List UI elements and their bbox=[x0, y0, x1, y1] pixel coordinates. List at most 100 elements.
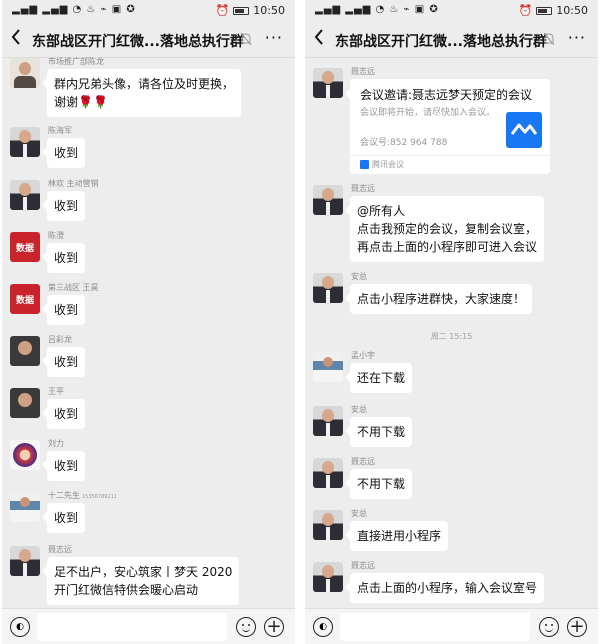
sender-name: 孟小宇 bbox=[351, 351, 375, 360]
message-text: 收到 bbox=[54, 511, 79, 525]
status-bar: ▂▄▆ ▂▄▆ ◔ ♨ ⌁ ▣ ✪ ⏰ 10:50 bbox=[305, 0, 598, 22]
avatar[interactable]: 数据 bbox=[10, 284, 40, 314]
avatar[interactable] bbox=[10, 440, 40, 470]
message-bubble[interactable]: 不用下载 bbox=[344, 417, 413, 447]
avatar[interactable] bbox=[313, 458, 343, 488]
status-right: ⏰ 10:50 bbox=[519, 4, 588, 17]
message-text: 收到 bbox=[54, 355, 79, 369]
voice-icon[interactable]: ◐ bbox=[10, 617, 30, 637]
avatar[interactable] bbox=[10, 388, 40, 418]
avatar[interactable] bbox=[313, 406, 343, 436]
chat-title: 东部战区开门红微...落地总执行群 bbox=[32, 34, 244, 50]
avatar[interactable] bbox=[10, 336, 40, 366]
card-source: 腾讯会议 bbox=[350, 155, 550, 173]
sender-name: 第三战区 王昊 bbox=[48, 283, 99, 292]
avatar[interactable] bbox=[10, 180, 40, 210]
avatar[interactable] bbox=[10, 492, 40, 522]
message-input[interactable] bbox=[340, 613, 530, 641]
sender-name: 安总 bbox=[351, 405, 367, 414]
meeting-title: 会议邀请:聂志远梦天预定的会议 bbox=[360, 88, 533, 102]
message-bubble[interactable]: @所有人 点击我预定的会议，复制会议室， 再点击上面的小程序即可进入会议 bbox=[344, 196, 545, 262]
alarm-icon: ⏰ bbox=[518, 4, 533, 17]
message-text: 还在下载 bbox=[357, 371, 406, 385]
message-text: 收到 bbox=[54, 303, 79, 317]
right-chat-screen: ▂▄▆ ▂▄▆ ◔ ♨ ⌁ ▣ ✪ ⏰ 10:50 东部战区开门红微...落地总… bbox=[305, 0, 598, 644]
avatar[interactable] bbox=[313, 273, 343, 303]
sender-name: 安总 bbox=[351, 509, 367, 518]
message-bubble[interactable]: 不用下载 bbox=[344, 469, 413, 499]
message-bubble[interactable]: 收到 bbox=[41, 347, 86, 377]
avatar[interactable] bbox=[313, 352, 343, 382]
status-bar: ▂▄▆ ▂▄▆ ◔ ♨ ⌁ ▣ ✪ ⏰ 10:50 bbox=[2, 0, 295, 22]
plus-icon[interactable]: + bbox=[264, 617, 284, 637]
status-right: ⏰ 10:50 bbox=[216, 4, 285, 17]
message-text: @所有人 bbox=[357, 204, 406, 218]
back-chevron-icon[interactable] bbox=[10, 28, 28, 50]
message-text: 点击上面的小程序，输入会议室号 bbox=[357, 581, 538, 595]
message-bubble[interactable]: 收到 bbox=[41, 451, 86, 481]
sender-name: 聂志远 bbox=[351, 184, 375, 193]
chat-input-bar: ◐ + bbox=[2, 608, 295, 644]
message-text: 收到 bbox=[54, 146, 79, 160]
muted-bell-icon bbox=[239, 31, 253, 47]
avatar[interactable] bbox=[313, 562, 343, 592]
timestamp-divider: 周二 15:15 bbox=[430, 332, 473, 341]
message-text: 收到 bbox=[54, 459, 79, 473]
avatar[interactable] bbox=[10, 546, 40, 576]
message-bubble[interactable]: 收到 bbox=[41, 295, 86, 325]
message-bubble[interactable]: 收到 bbox=[41, 503, 86, 533]
left-chat-screen: ▂▄▆ ▂▄▆ ◔ ♨ ⌁ ▣ ✪ ⏰ 10:50 东部战区开门红微...落地总… bbox=[2, 0, 295, 644]
status-icons: ▂▄▆ ▂▄▆ ◔ ♨ ⌁ ▣ ✪ bbox=[12, 4, 136, 15]
message-text: 点击我预定的会议，复制会议室， bbox=[357, 222, 538, 236]
more-dots-icon[interactable]: ··· bbox=[265, 28, 283, 47]
message-bubble[interactable]: 直接进用小程序 bbox=[344, 521, 449, 551]
more-dots-icon[interactable]: ··· bbox=[568, 28, 586, 47]
message-bubble[interactable]: 群内兄弟头像，请各位及时更换， 谢谢🌹🌹 bbox=[41, 69, 242, 117]
sender-name: 市场推广部陈龙 bbox=[48, 57, 104, 66]
message-bubble[interactable]: 足不出户，安心筑家丨梦天 2020 开门红微信特供会暖心启动 bbox=[41, 557, 240, 605]
message-bubble[interactable]: 还在下载 bbox=[344, 363, 413, 393]
battery-icon bbox=[233, 6, 250, 15]
sender-name: 吕彩龙 bbox=[48, 335, 72, 344]
message-text: 不用下载 bbox=[357, 477, 406, 491]
emoji-icon[interactable] bbox=[539, 617, 559, 637]
chat-title: 东部战区开门红微...落地总执行群 bbox=[335, 34, 547, 50]
sender-name: 安总 bbox=[351, 272, 367, 281]
message-text: 开门红微信特供会暖心启动 bbox=[54, 583, 199, 597]
message-bubble[interactable]: 收到 bbox=[41, 399, 86, 429]
avatar[interactable] bbox=[10, 127, 40, 157]
plus-icon[interactable]: + bbox=[567, 617, 587, 637]
message-bubble[interactable]: 收到 bbox=[41, 138, 86, 168]
message-text: 点击小程序进群快，大家速度！ bbox=[357, 292, 526, 306]
message-text: 不用下载 bbox=[357, 425, 406, 439]
avatar[interactable]: 数据 bbox=[10, 232, 40, 262]
muted-bell-icon bbox=[542, 31, 556, 47]
sender-phone: 15356789211 bbox=[82, 494, 117, 500]
meeting-invite-card[interactable]: 会议邀请:聂志远梦天预定的会议 会议即将开始，请尽快加入会议。 会议号:852 … bbox=[345, 79, 550, 174]
tencent-meeting-mini-icon bbox=[360, 160, 369, 169]
sender-name: 陈海军 bbox=[48, 126, 72, 135]
message-text: 收到 bbox=[54, 251, 79, 265]
message-bubble[interactable]: 收到 bbox=[41, 243, 86, 273]
battery-icon bbox=[536, 6, 553, 15]
back-chevron-icon[interactable] bbox=[313, 28, 331, 50]
chat-title-bar: 东部战区开门红微...落地总执行群 ··· bbox=[305, 22, 598, 58]
emoji-icon[interactable] bbox=[236, 617, 256, 637]
sender-name: 刘力 bbox=[48, 439, 64, 448]
sender-name: 聂志远 bbox=[351, 67, 375, 76]
sender-name: 陈澄 bbox=[48, 231, 64, 240]
message-text: 收到 bbox=[54, 407, 79, 421]
sender-name: 聂志远 bbox=[351, 561, 375, 570]
avatar[interactable] bbox=[313, 185, 343, 215]
avatar[interactable] bbox=[313, 68, 343, 98]
avatar[interactable] bbox=[313, 510, 343, 540]
message-input[interactable] bbox=[37, 613, 227, 641]
avatar[interactable] bbox=[10, 58, 40, 88]
voice-icon[interactable]: ◐ bbox=[313, 617, 333, 637]
message-text: 谢谢🌹🌹 bbox=[54, 95, 108, 109]
message-text: 收到 bbox=[54, 199, 79, 213]
message-bubble[interactable]: 点击小程序进群快，大家速度！ bbox=[344, 284, 533, 314]
chat-title-bar: 东部战区开门红微...落地总执行群 ··· bbox=[2, 22, 295, 58]
message-bubble[interactable]: 收到 bbox=[41, 191, 86, 221]
message-bubble[interactable]: 点击上面的小程序，输入会议室号 bbox=[344, 573, 545, 603]
